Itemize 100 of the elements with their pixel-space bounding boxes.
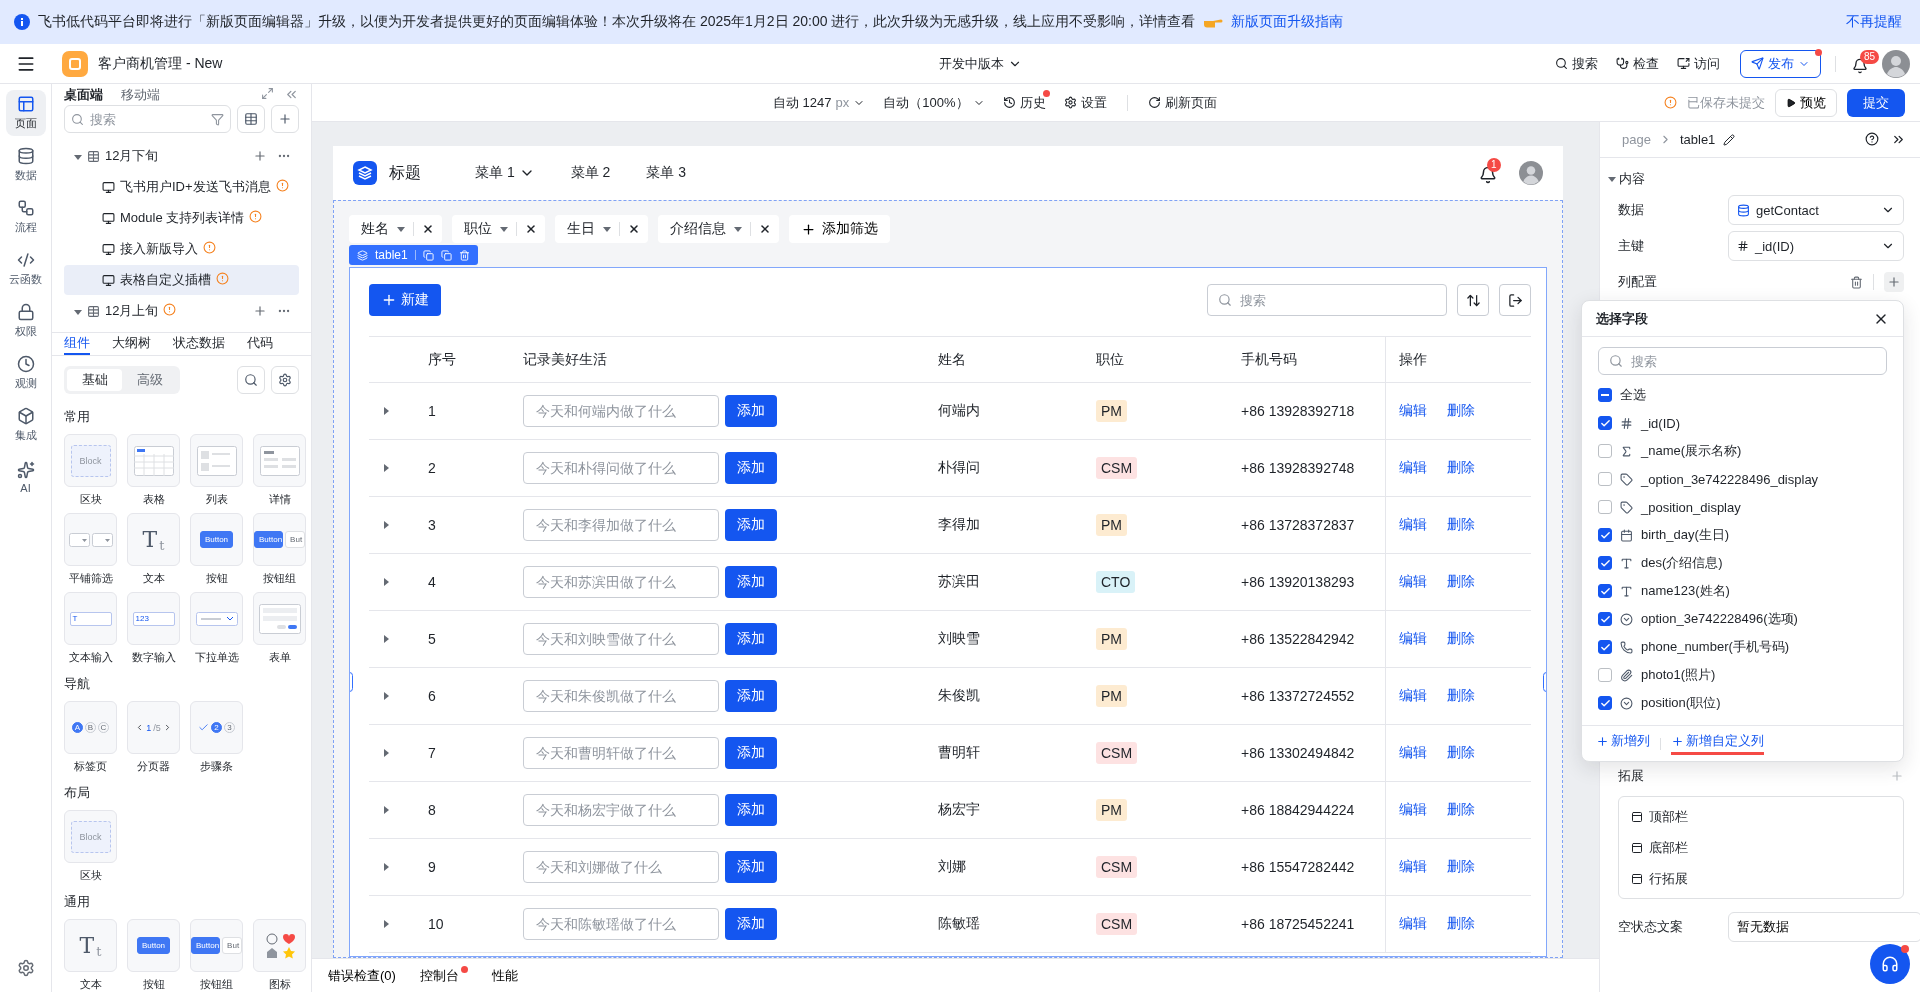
add-button[interactable]: 添加: [725, 566, 777, 598]
note-input[interactable]: 今天和苏滨田做了什么: [523, 566, 719, 598]
segment[interactable]: 高级: [122, 369, 177, 391]
search-field[interactable]: 搜索: [1598, 347, 1887, 375]
history-button[interactable]: 历史: [996, 89, 1052, 116]
edit-link[interactable]: 编辑: [1399, 915, 1427, 933]
refresh-button[interactable]: 刷新页面: [1141, 89, 1223, 116]
add-button[interactable]: 添加: [725, 851, 777, 883]
add-button[interactable]: 添加: [725, 908, 777, 940]
rail-item[interactable]: AI: [5, 454, 46, 500]
component-thumbnail[interactable]: Button: [190, 513, 243, 566]
edit-link[interactable]: 编辑: [1399, 744, 1427, 762]
component-thumbnail[interactable]: Button: [127, 919, 180, 972]
add-button[interactable]: 添加: [725, 452, 777, 484]
tree-item[interactable]: 12月下旬: [105, 147, 159, 166]
component-thumbnail[interactable]: T: [64, 592, 117, 645]
version-dropdown[interactable]: 开发中版本: [933, 50, 1028, 77]
search-input[interactable]: 搜索: [1238, 291, 1436, 309]
guide-link[interactable]: 新版页面升级指南: [1231, 13, 1344, 31]
component-thumbnail[interactable]: 1 /5: [127, 701, 180, 754]
tab[interactable]: 状态数据: [173, 333, 225, 355]
delete-link[interactable]: 删除: [1447, 630, 1475, 648]
edit-link[interactable]: 编辑: [1399, 630, 1427, 648]
delete-link[interactable]: 删除: [1447, 573, 1475, 591]
edit-link[interactable]: 编辑: [1399, 687, 1427, 705]
search-input[interactable]: 搜索: [1629, 352, 1876, 370]
delete-link[interactable]: 删除: [1447, 858, 1475, 876]
note-input[interactable]: 今天和陈敏瑶做了什么: [523, 908, 719, 940]
note-input[interactable]: 今天和李得加做了什么: [523, 509, 719, 541]
tree-item[interactable]: 12月上旬: [105, 302, 159, 321]
tree-item[interactable]: 飞书用户ID+发送飞书消息: [64, 172, 299, 203]
note-input[interactable]: 今天和何端内做了什么: [523, 395, 719, 427]
new-button[interactable]: 新建: [369, 284, 441, 316]
zoom-dropdown[interactable]: 自动（100%）: [877, 89, 991, 116]
search-input[interactable]: 搜索: [88, 110, 207, 128]
note-input[interactable]: 今天和杨宏宇做了什么: [523, 794, 719, 826]
add-filter-button[interactable]: 添加筛选: [789, 215, 890, 243]
rail-item[interactable]: 集成: [5, 402, 46, 448]
component-thumbnail[interactable]: Button But: [190, 919, 243, 972]
tab[interactable]: 组件: [64, 333, 90, 355]
delete-link[interactable]: 删除: [1447, 402, 1475, 420]
breadcrumb-item[interactable]: page: [1622, 132, 1651, 147]
rail-item[interactable]: 数据: [5, 142, 46, 188]
delete-link[interactable]: 删除: [1447, 687, 1475, 705]
delete-link[interactable]: 删除: [1447, 915, 1475, 933]
rail-item[interactable]: 页面: [5, 90, 46, 136]
rail-item[interactable]: 观测: [5, 350, 46, 396]
submit-button[interactable]: 提交: [1847, 88, 1905, 117]
menu-item[interactable]: 菜单 2: [558, 164, 623, 182]
delete-link[interactable]: 删除: [1447, 516, 1475, 534]
tree-item[interactable]: 表格自定义插槽: [64, 265, 299, 296]
preview-button[interactable]: 预览: [1775, 88, 1837, 117]
tab[interactable]: 移动端: [121, 85, 160, 104]
dismiss-button[interactable]: 不再提醒: [1842, 13, 1906, 31]
filter-chip[interactable]: 介绍信息: [658, 215, 779, 243]
filter-chip[interactable]: 职位: [452, 215, 545, 243]
panel-tab[interactable]: 性能: [491, 966, 518, 985]
menu-item[interactable]: 菜单 1: [463, 164, 547, 182]
rail-item[interactable]: 流程: [5, 194, 46, 240]
edit-link[interactable]: 编辑: [1399, 516, 1427, 534]
add-button[interactable]: 添加: [725, 395, 777, 427]
panel-tab[interactable]: 控制台: [419, 966, 459, 985]
filter-chip[interactable]: 姓名: [349, 215, 442, 243]
component-thumbnail[interactable]: 2 3: [190, 701, 243, 754]
add-button[interactable]: 添加: [725, 509, 777, 541]
tab[interactable]: 桌面端: [64, 85, 103, 104]
delete-link[interactable]: 删除: [1447, 801, 1475, 819]
filter-chip[interactable]: 生日: [555, 215, 648, 243]
add-column-link[interactable]: 新增自定义列: [1671, 732, 1764, 755]
component-thumbnail[interactable]: A B C: [64, 701, 117, 754]
key-select[interactable]: _id(ID): [1728, 231, 1904, 261]
segment[interactable]: 基础: [67, 369, 122, 391]
add-button[interactable]: 添加: [725, 794, 777, 826]
component-thumbnail[interactable]: Button But: [253, 513, 306, 566]
tree-item[interactable]: Module 支持列表详情: [64, 203, 299, 234]
delete-link[interactable]: 删除: [1447, 459, 1475, 477]
rail-item[interactable]: 云函数: [5, 246, 46, 292]
width-dropdown[interactable]: 自动 1247 px: [767, 89, 872, 116]
panel-tab[interactable]: 错误检查(0): [328, 966, 396, 985]
note-input[interactable]: 今天和刘娜做了什么: [523, 851, 719, 883]
menu-item[interactable]: 菜单 3: [634, 164, 699, 182]
note-input[interactable]: 今天和朴得问做了什么: [523, 452, 719, 484]
settings-button[interactable]: 设置: [1057, 89, 1113, 116]
add-button[interactable]: 添加: [725, 737, 777, 769]
data-select[interactable]: getContact: [1728, 195, 1904, 225]
search-field[interactable]: 搜索: [64, 105, 231, 134]
edit-link[interactable]: 编辑: [1399, 801, 1427, 819]
add-button[interactable]: 添加: [725, 680, 777, 712]
add-column-link[interactable]: 新增列: [1596, 732, 1650, 755]
publish-button[interactable]: 发布: [1740, 49, 1821, 78]
tab[interactable]: 大纲树: [112, 333, 151, 355]
empty-text-input[interactable]: 暂无数据: [1728, 912, 1920, 942]
add-button[interactable]: 添加: [725, 623, 777, 655]
note-input[interactable]: 今天和刘映雪做了什么: [523, 623, 719, 655]
delete-link[interactable]: 删除: [1447, 744, 1475, 762]
visit-button[interactable]: 访问: [1671, 50, 1726, 77]
search-button[interactable]: 搜索: [1549, 50, 1604, 77]
tab[interactable]: 代码: [247, 333, 273, 355]
edit-link[interactable]: 编辑: [1399, 573, 1427, 591]
edit-link[interactable]: 编辑: [1399, 858, 1427, 876]
